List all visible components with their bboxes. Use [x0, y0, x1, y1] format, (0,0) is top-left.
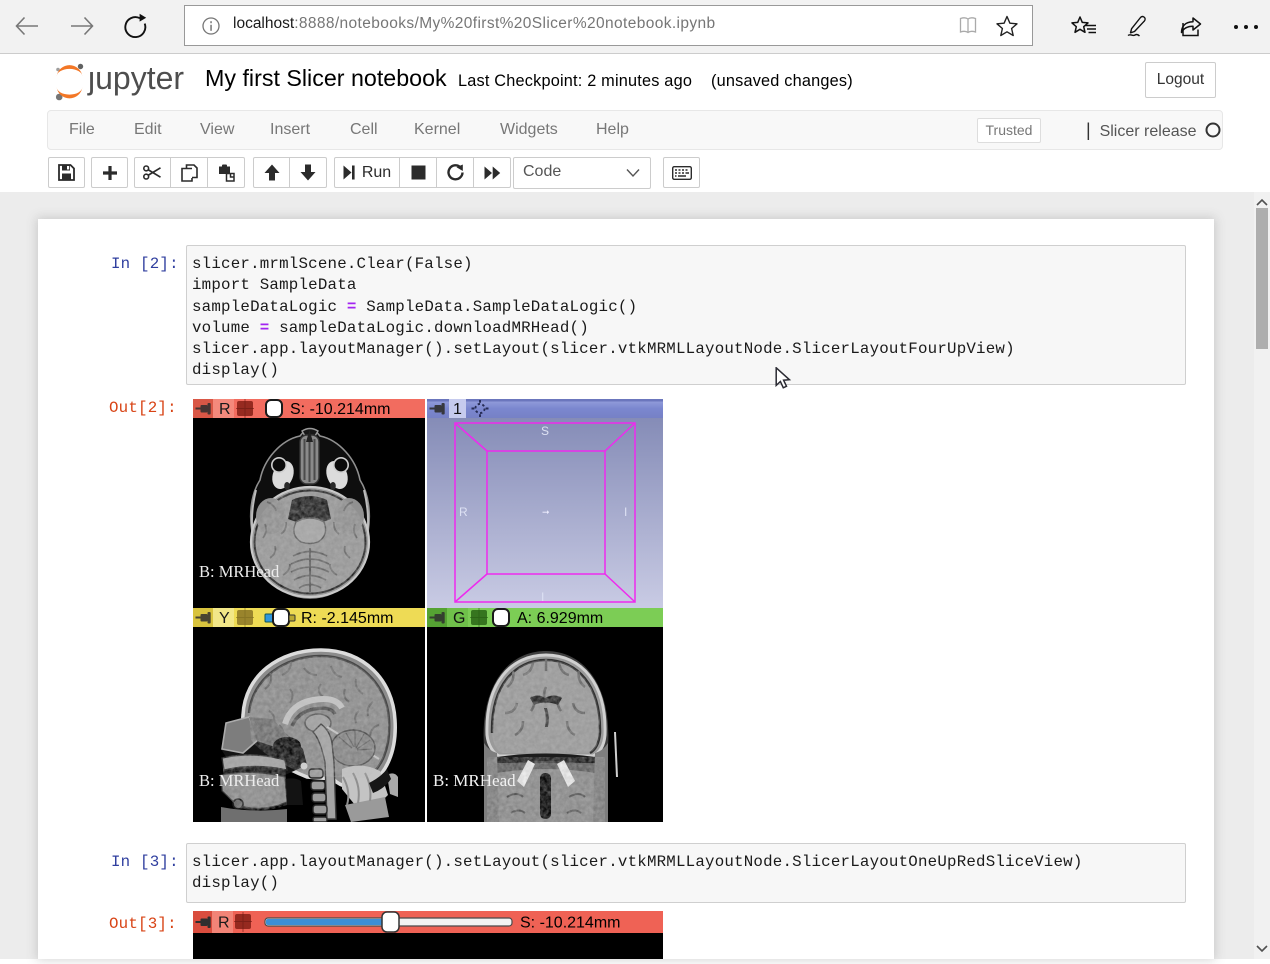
- svg-text:S: S: [541, 424, 549, 438]
- svg-text:➞: ➞: [542, 507, 550, 517]
- svg-text:S: -10.214mm: S: -10.214mm: [520, 915, 620, 932]
- svg-text:R: R: [219, 401, 231, 418]
- svg-text:B: MRHead: B: MRHead: [199, 562, 280, 581]
- svg-text:Y: Y: [219, 610, 230, 627]
- svg-text:G: G: [453, 610, 465, 627]
- svg-text:I: I: [624, 505, 627, 519]
- svg-text:B: MRHead: B: MRHead: [433, 771, 516, 790]
- svg-text:R: R: [218, 915, 230, 932]
- svg-text:R: R: [459, 505, 468, 519]
- svg-text:B: MRHead: B: MRHead: [199, 771, 280, 790]
- svg-text:S: -10.214mm: S: -10.214mm: [290, 401, 390, 418]
- svg-text:A: 6.929mm: A: 6.929mm: [517, 610, 603, 627]
- svg-text:R: -2.145mm: R: -2.145mm: [301, 610, 393, 627]
- svg-text:I: I: [541, 590, 544, 604]
- svg-text:1: 1: [453, 401, 462, 418]
